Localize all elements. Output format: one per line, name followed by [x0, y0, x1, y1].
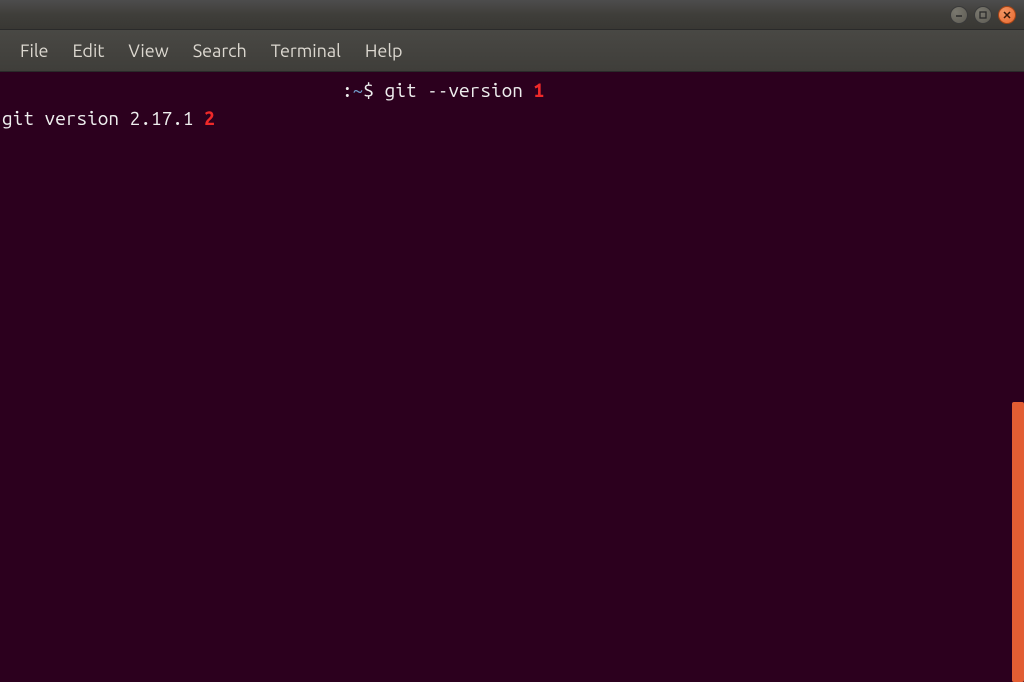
minimize-button[interactable] — [950, 6, 968, 24]
maximize-icon — [978, 10, 988, 20]
annotation-2: 2 — [194, 107, 215, 129]
menu-edit[interactable]: Edit — [61, 37, 117, 65]
menubar: File Edit View Search Terminal Help — [0, 30, 1024, 72]
close-icon — [1002, 10, 1012, 20]
menu-help[interactable]: Help — [353, 37, 415, 65]
annotation-1: 1 — [523, 79, 544, 101]
menu-terminal[interactable]: Terminal — [259, 37, 353, 65]
maximize-button[interactable] — [974, 6, 992, 24]
prompt-colon: : — [342, 79, 353, 101]
minimize-icon — [954, 10, 964, 20]
menu-view[interactable]: View — [116, 37, 180, 65]
output-text: git version 2.17.1 — [2, 107, 194, 129]
scrollbar[interactable] — [1012, 402, 1024, 682]
terminal-body[interactable]: :~$ git --version 1git version 2.17.1 2 — [0, 72, 1024, 681]
titlebar — [0, 0, 1024, 30]
prompt-tilde: ~ — [353, 79, 364, 101]
menu-file[interactable]: File — [8, 37, 61, 65]
terminal-prompt-line: :~$ git --version 1 — [2, 76, 1022, 104]
menu-search[interactable]: Search — [181, 37, 259, 65]
command-text: git --version — [385, 79, 523, 101]
terminal-output-line: git version 2.17.1 2 — [2, 104, 1022, 132]
close-button[interactable] — [998, 6, 1016, 24]
prompt-dollar: $ — [363, 79, 384, 101]
terminal-window: File Edit View Search Terminal Help :~$ … — [0, 0, 1024, 681]
